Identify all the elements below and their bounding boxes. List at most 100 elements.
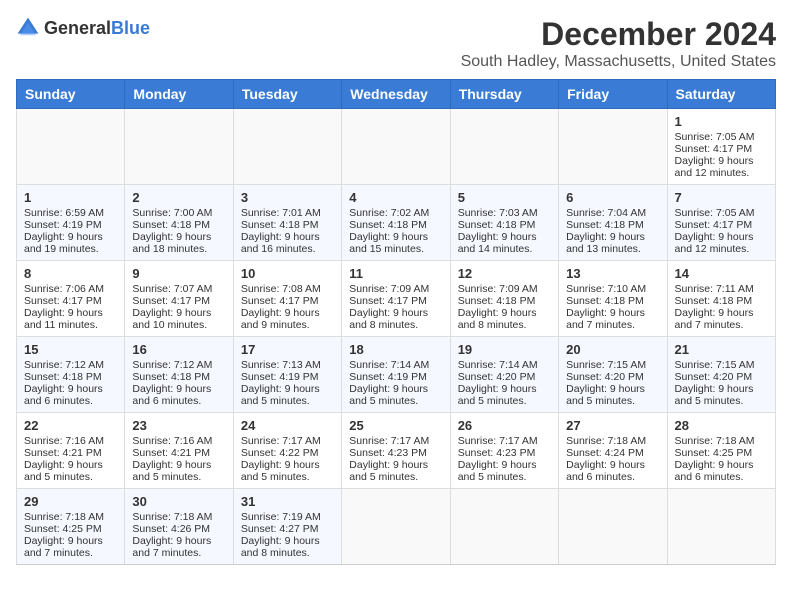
calendar-cell (342, 489, 450, 565)
header: GeneralBlue December 2024 South Hadley, … (16, 16, 776, 71)
calendar-cell: 2Sunrise: 7:00 AMSunset: 4:18 PMDaylight… (125, 185, 233, 261)
calendar-cell: 9Sunrise: 7:07 AMSunset: 4:17 PMDaylight… (125, 261, 233, 337)
daylight-text: Daylight: 9 hours and 6 minutes. (566, 459, 659, 483)
sunset-text: Sunset: 4:18 PM (566, 295, 659, 307)
calendar-cell: 20Sunrise: 7:15 AMSunset: 4:20 PMDayligh… (559, 337, 667, 413)
day-header-saturday: Saturday (667, 80, 775, 109)
sunset-text: Sunset: 4:18 PM (458, 295, 551, 307)
calendar-cell: 17Sunrise: 7:13 AMSunset: 4:19 PMDayligh… (233, 337, 341, 413)
calendar-cell: 14Sunrise: 7:11 AMSunset: 4:18 PMDayligh… (667, 261, 775, 337)
logo-icon (16, 16, 40, 40)
sunrise-text: Sunrise: 7:14 AM (349, 359, 442, 371)
sunrise-text: Sunrise: 7:16 AM (132, 435, 225, 447)
sunset-text: Sunset: 4:25 PM (24, 523, 117, 535)
calendar-cell: 25Sunrise: 7:17 AMSunset: 4:23 PMDayligh… (342, 413, 450, 489)
day-number: 29 (24, 494, 117, 509)
daylight-text: Daylight: 9 hours and 5 minutes. (458, 459, 551, 483)
day-number: 1 (24, 190, 117, 205)
calendar-cell: 6Sunrise: 7:04 AMSunset: 4:18 PMDaylight… (559, 185, 667, 261)
calendar-cell (125, 109, 233, 185)
logo: GeneralBlue (16, 16, 150, 40)
calendar-cell: 13Sunrise: 7:10 AMSunset: 4:18 PMDayligh… (559, 261, 667, 337)
sunrise-text: Sunrise: 7:18 AM (24, 511, 117, 523)
daylight-text: Daylight: 9 hours and 7 minutes. (24, 535, 117, 559)
calendar-cell (450, 489, 558, 565)
sunrise-text: Sunrise: 7:17 AM (349, 435, 442, 447)
day-number: 30 (132, 494, 225, 509)
daylight-text: Daylight: 9 hours and 5 minutes. (24, 459, 117, 483)
daylight-text: Daylight: 9 hours and 18 minutes. (132, 231, 225, 255)
daylight-text: Daylight: 9 hours and 5 minutes. (349, 459, 442, 483)
day-number: 7 (675, 190, 768, 205)
sunrise-text: Sunrise: 7:05 AM (675, 207, 768, 219)
day-header-tuesday: Tuesday (233, 80, 341, 109)
day-number: 6 (566, 190, 659, 205)
sunset-text: Sunset: 4:23 PM (458, 447, 551, 459)
daylight-text: Daylight: 9 hours and 13 minutes. (566, 231, 659, 255)
daylight-text: Daylight: 9 hours and 5 minutes. (241, 459, 334, 483)
sunset-text: Sunset: 4:27 PM (241, 523, 334, 535)
sunrise-text: Sunrise: 7:16 AM (24, 435, 117, 447)
calendar-cell: 7Sunrise: 7:05 AMSunset: 4:17 PMDaylight… (667, 185, 775, 261)
daylight-text: Daylight: 9 hours and 15 minutes. (349, 231, 442, 255)
sunset-text: Sunset: 4:20 PM (458, 371, 551, 383)
day-number: 1 (675, 114, 768, 129)
sunset-text: Sunset: 4:18 PM (132, 371, 225, 383)
calendar-cell: 18Sunrise: 7:14 AMSunset: 4:19 PMDayligh… (342, 337, 450, 413)
sunrise-text: Sunrise: 7:13 AM (241, 359, 334, 371)
calendar-cell: 1Sunrise: 6:59 AMSunset: 4:19 PMDaylight… (17, 185, 125, 261)
daylight-text: Daylight: 9 hours and 6 minutes. (132, 383, 225, 407)
day-number: 21 (675, 342, 768, 357)
day-number: 24 (241, 418, 334, 433)
daylight-text: Daylight: 9 hours and 6 minutes. (24, 383, 117, 407)
day-number: 22 (24, 418, 117, 433)
sunrise-text: Sunrise: 7:09 AM (458, 283, 551, 295)
calendar-cell: 31Sunrise: 7:19 AMSunset: 4:27 PMDayligh… (233, 489, 341, 565)
day-number: 5 (458, 190, 551, 205)
calendar-cell (667, 489, 775, 565)
calendar-cell (17, 109, 125, 185)
calendar-cell: 8Sunrise: 7:06 AMSunset: 4:17 PMDaylight… (17, 261, 125, 337)
day-number: 20 (566, 342, 659, 357)
day-number: 31 (241, 494, 334, 509)
calendar-cell: 23Sunrise: 7:16 AMSunset: 4:21 PMDayligh… (125, 413, 233, 489)
sunrise-text: Sunrise: 7:06 AM (24, 283, 117, 295)
daylight-text: Daylight: 9 hours and 10 minutes. (132, 307, 225, 331)
day-number: 25 (349, 418, 442, 433)
sunrise-text: Sunrise: 7:18 AM (675, 435, 768, 447)
sunrise-text: Sunrise: 7:03 AM (458, 207, 551, 219)
sunrise-text: Sunrise: 7:18 AM (566, 435, 659, 447)
day-number: 8 (24, 266, 117, 281)
sunset-text: Sunset: 4:18 PM (24, 371, 117, 383)
sunrise-text: Sunrise: 7:18 AM (132, 511, 225, 523)
day-number: 4 (349, 190, 442, 205)
day-number: 19 (458, 342, 551, 357)
daylight-text: Daylight: 9 hours and 8 minutes. (241, 535, 334, 559)
day-number: 15 (24, 342, 117, 357)
daylight-text: Daylight: 9 hours and 8 minutes. (458, 307, 551, 331)
day-number: 3 (241, 190, 334, 205)
daylight-text: Daylight: 9 hours and 5 minutes. (566, 383, 659, 407)
sunset-text: Sunset: 4:18 PM (675, 295, 768, 307)
sunrise-text: Sunrise: 7:00 AM (132, 207, 225, 219)
sunset-text: Sunset: 4:17 PM (675, 219, 768, 231)
day-number: 17 (241, 342, 334, 357)
daylight-text: Daylight: 9 hours and 14 minutes. (458, 231, 551, 255)
daylight-text: Daylight: 9 hours and 5 minutes. (675, 383, 768, 407)
calendar-cell: 24Sunrise: 7:17 AMSunset: 4:22 PMDayligh… (233, 413, 341, 489)
day-number: 9 (132, 266, 225, 281)
sunset-text: Sunset: 4:26 PM (132, 523, 225, 535)
sunset-text: Sunset: 4:17 PM (241, 295, 334, 307)
sunset-text: Sunset: 4:18 PM (132, 219, 225, 231)
calendar-cell (450, 109, 558, 185)
logo-blue: Blue (111, 18, 150, 38)
daylight-text: Daylight: 9 hours and 5 minutes. (349, 383, 442, 407)
day-number: 27 (566, 418, 659, 433)
calendar-cell (559, 489, 667, 565)
sunset-text: Sunset: 4:25 PM (675, 447, 768, 459)
sunset-text: Sunset: 4:19 PM (349, 371, 442, 383)
calendar-cell: 11Sunrise: 7:09 AMSunset: 4:17 PMDayligh… (342, 261, 450, 337)
day-number: 26 (458, 418, 551, 433)
calendar-table: SundayMondayTuesdayWednesdayThursdayFrid… (16, 79, 776, 565)
sunset-text: Sunset: 4:18 PM (349, 219, 442, 231)
